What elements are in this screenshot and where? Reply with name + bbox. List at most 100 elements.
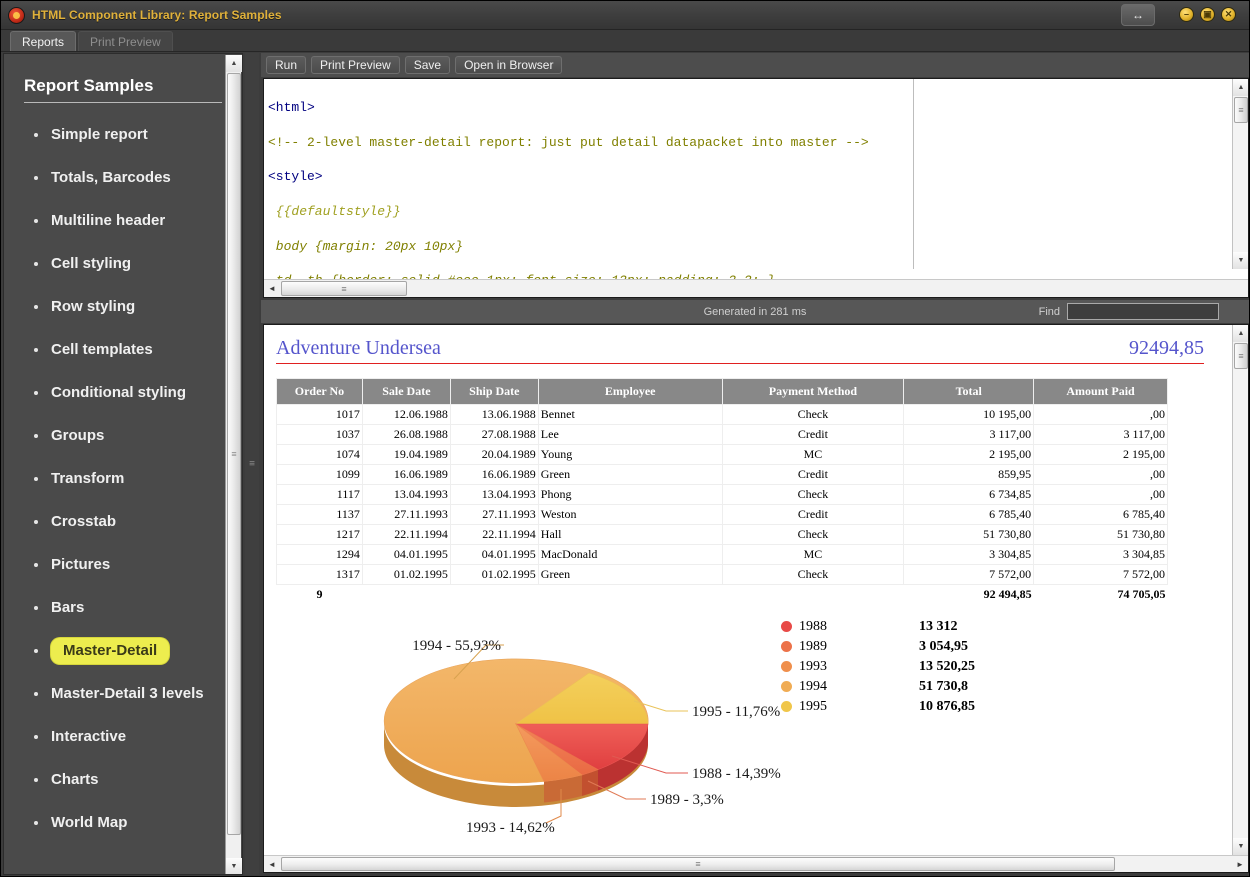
col-employee: Employee: [538, 379, 722, 405]
sidebar-item-pictures[interactable]: Pictures: [34, 543, 228, 586]
scroll-up-icon[interactable]: ▲: [226, 55, 242, 72]
detail-table: Order No Sale Date Ship Date Employee Pa…: [276, 378, 1168, 605]
find-label: Find: [1039, 306, 1060, 318]
cell-order-no: 1037: [277, 425, 363, 445]
cell-order-no: 1074: [277, 445, 363, 465]
sidebar-scrollbar[interactable]: ▲ ▼: [225, 55, 241, 875]
scroll-up-icon[interactable]: ▲: [1233, 79, 1249, 96]
callout-1994: 1994 - 55,93%: [412, 638, 501, 654]
master-total: 92494,85: [1129, 337, 1204, 360]
expand-width-button[interactable]: ↔: [1121, 4, 1155, 26]
scroll-down-icon[interactable]: ▼: [226, 858, 242, 875]
scroll-down-icon[interactable]: ▼: [1233, 252, 1249, 269]
cell-ship-date: 27.11.1993: [450, 505, 538, 525]
total-blank: [362, 585, 450, 605]
scroll-left-icon[interactable]: ◄: [264, 856, 280, 872]
cell-ship-date: 27.08.1988: [450, 425, 538, 445]
table-total-row: 9 92 494,85 74 705,05: [277, 585, 1168, 605]
scroll-right-icon[interactable]: ►: [1232, 856, 1248, 872]
sidebar-item-conditional-styling[interactable]: Conditional styling: [34, 371, 228, 414]
col-amount-paid: Amount Paid: [1034, 379, 1168, 405]
col-sale-date: Sale Date: [362, 379, 450, 405]
sidebar-item-row-styling[interactable]: Row styling: [34, 285, 228, 328]
callout-1989: 1989 - 3,3%: [650, 792, 724, 808]
cell-sale-date: 12.06.1988: [362, 405, 450, 425]
close-button[interactable]: ✕: [1221, 7, 1236, 22]
app-logo-icon: [8, 7, 25, 24]
sidebar-item-master-detail[interactable]: Master-Detail: [34, 629, 228, 672]
table-row: 1294 04.01.1995 04.01.1995 MacDonald MC …: [277, 545, 1168, 565]
find-input[interactable]: [1067, 303, 1219, 320]
scroll-up-icon[interactable]: ▲: [1233, 325, 1249, 342]
sidebar-item-cell-templates[interactable]: Cell templates: [34, 328, 228, 371]
table-row: 1117 13.04.1993 13.04.1993 Phong Check 6…: [277, 485, 1168, 505]
cell-employee: Hall: [538, 525, 722, 545]
total-blank: [450, 585, 538, 605]
cell-amount-paid: 3 304,85: [1034, 545, 1168, 565]
run-button[interactable]: Run: [266, 56, 306, 74]
cell-ship-date: 01.02.1995: [450, 565, 538, 585]
cell-amount-paid: ,00: [1034, 405, 1168, 425]
sidebar-item-label: Interactive: [51, 728, 126, 745]
sidebar-item-totals-barcodes[interactable]: Totals, Barcodes: [34, 156, 228, 199]
editor-toolbar: Run Print Preview Save Open in Browser: [261, 53, 1249, 77]
cell-total: 6 734,85: [904, 485, 1034, 505]
sidebar-item-simple-report[interactable]: Simple report: [34, 113, 228, 156]
sidebar-item-bars[interactable]: Bars: [34, 586, 228, 629]
sidebar-item-label: Master-Detail: [51, 638, 169, 664]
code-text[interactable]: <html> <!-- 2-level master-detail report…: [268, 82, 1228, 298]
cell-payment-method: Credit: [722, 425, 904, 445]
sidebar-item-groups[interactable]: Groups: [34, 414, 228, 457]
scroll-left-icon[interactable]: ◄: [264, 281, 280, 297]
window-title: HTML Component Library: Report Samples: [32, 8, 282, 22]
sidebar-item-transform[interactable]: Transform: [34, 457, 228, 500]
col-total: Total: [904, 379, 1034, 405]
editor-vscroll-thumb[interactable]: ≡: [1234, 97, 1248, 123]
cell-ship-date: 16.06.1989: [450, 465, 538, 485]
open-in-browser-button[interactable]: Open in Browser: [455, 56, 562, 74]
sidebar-scroll-thumb[interactable]: [227, 73, 241, 835]
sidebar-item-interactive[interactable]: Interactive: [34, 715, 228, 758]
code-token: <style>: [268, 169, 323, 184]
minimize-button[interactable]: –: [1179, 7, 1194, 22]
preview-hscroll-thumb[interactable]: ≡: [281, 857, 1115, 871]
code-token: <!-- 2-level master-detail report: just …: [268, 135, 869, 150]
sidebar-item-world-map[interactable]: World Map: [34, 801, 228, 844]
scroll-down-icon[interactable]: ▼: [1233, 838, 1249, 855]
sidebar-item-label: Bars: [51, 599, 84, 616]
print-preview-button[interactable]: Print Preview: [311, 56, 400, 74]
preview-vscroll-thumb[interactable]: ≡: [1234, 343, 1248, 369]
editor-horizontal-scrollbar[interactable]: ◄ ≡: [264, 279, 1249, 297]
cell-payment-method: Check: [722, 565, 904, 585]
cell-ship-date: 22.11.1994: [450, 525, 538, 545]
preview-horizontal-scrollbar[interactable]: ◄ ≡ ►: [264, 855, 1248, 872]
sidebar-item-charts[interactable]: Charts: [34, 758, 228, 801]
sidebar: Report Samples Simple report Totals, Bar…: [3, 53, 243, 875]
editor-vertical-scrollbar[interactable]: ▲ ≡ ▼: [1232, 79, 1248, 269]
cell-payment-method: Check: [722, 405, 904, 425]
tab-reports[interactable]: Reports: [10, 31, 76, 51]
sidebar-item-multiline-header[interactable]: Multiline header: [34, 199, 228, 242]
total-blank: [538, 585, 722, 605]
save-button[interactable]: Save: [405, 56, 450, 74]
code-editor[interactable]: <html> <!-- 2-level master-detail report…: [263, 78, 1249, 298]
panel-splitter[interactable]: [245, 53, 259, 875]
table-row: 1137 27.11.1993 27.11.1993 Weston Credit…: [277, 505, 1168, 525]
editor-hscroll-thumb[interactable]: ≡: [281, 281, 407, 296]
sidebar-item-cell-styling[interactable]: Cell styling: [34, 242, 228, 285]
sidebar-item-label: Pictures: [51, 556, 110, 573]
sidebar-item-crosstab[interactable]: Crosstab: [34, 500, 228, 543]
report-document: Adventure Undersea 92494,85 Order No Sal…: [264, 325, 1214, 855]
code-line: <!-- 2-level master-detail report: just …: [268, 134, 1228, 151]
table-row: 1317 01.02.1995 01.02.1995 Green Check 7…: [277, 565, 1168, 585]
bullet-icon: [34, 821, 38, 825]
sidebar-item-master-detail-3-levels[interactable]: Master-Detail 3 levels: [34, 672, 228, 715]
cell-employee: Green: [538, 565, 722, 585]
preview-vertical-scrollbar[interactable]: ▲ ≡ ▼: [1232, 325, 1248, 855]
bullet-icon: [34, 434, 38, 438]
cell-sale-date: 19.04.1989: [362, 445, 450, 465]
cell-sale-date: 16.06.1989: [362, 465, 450, 485]
tab-print-preview[interactable]: Print Preview: [78, 31, 173, 51]
title-bar: HTML Component Library: Report Samples ↔…: [1, 1, 1250, 30]
maximize-button[interactable]: ▣: [1200, 7, 1215, 22]
